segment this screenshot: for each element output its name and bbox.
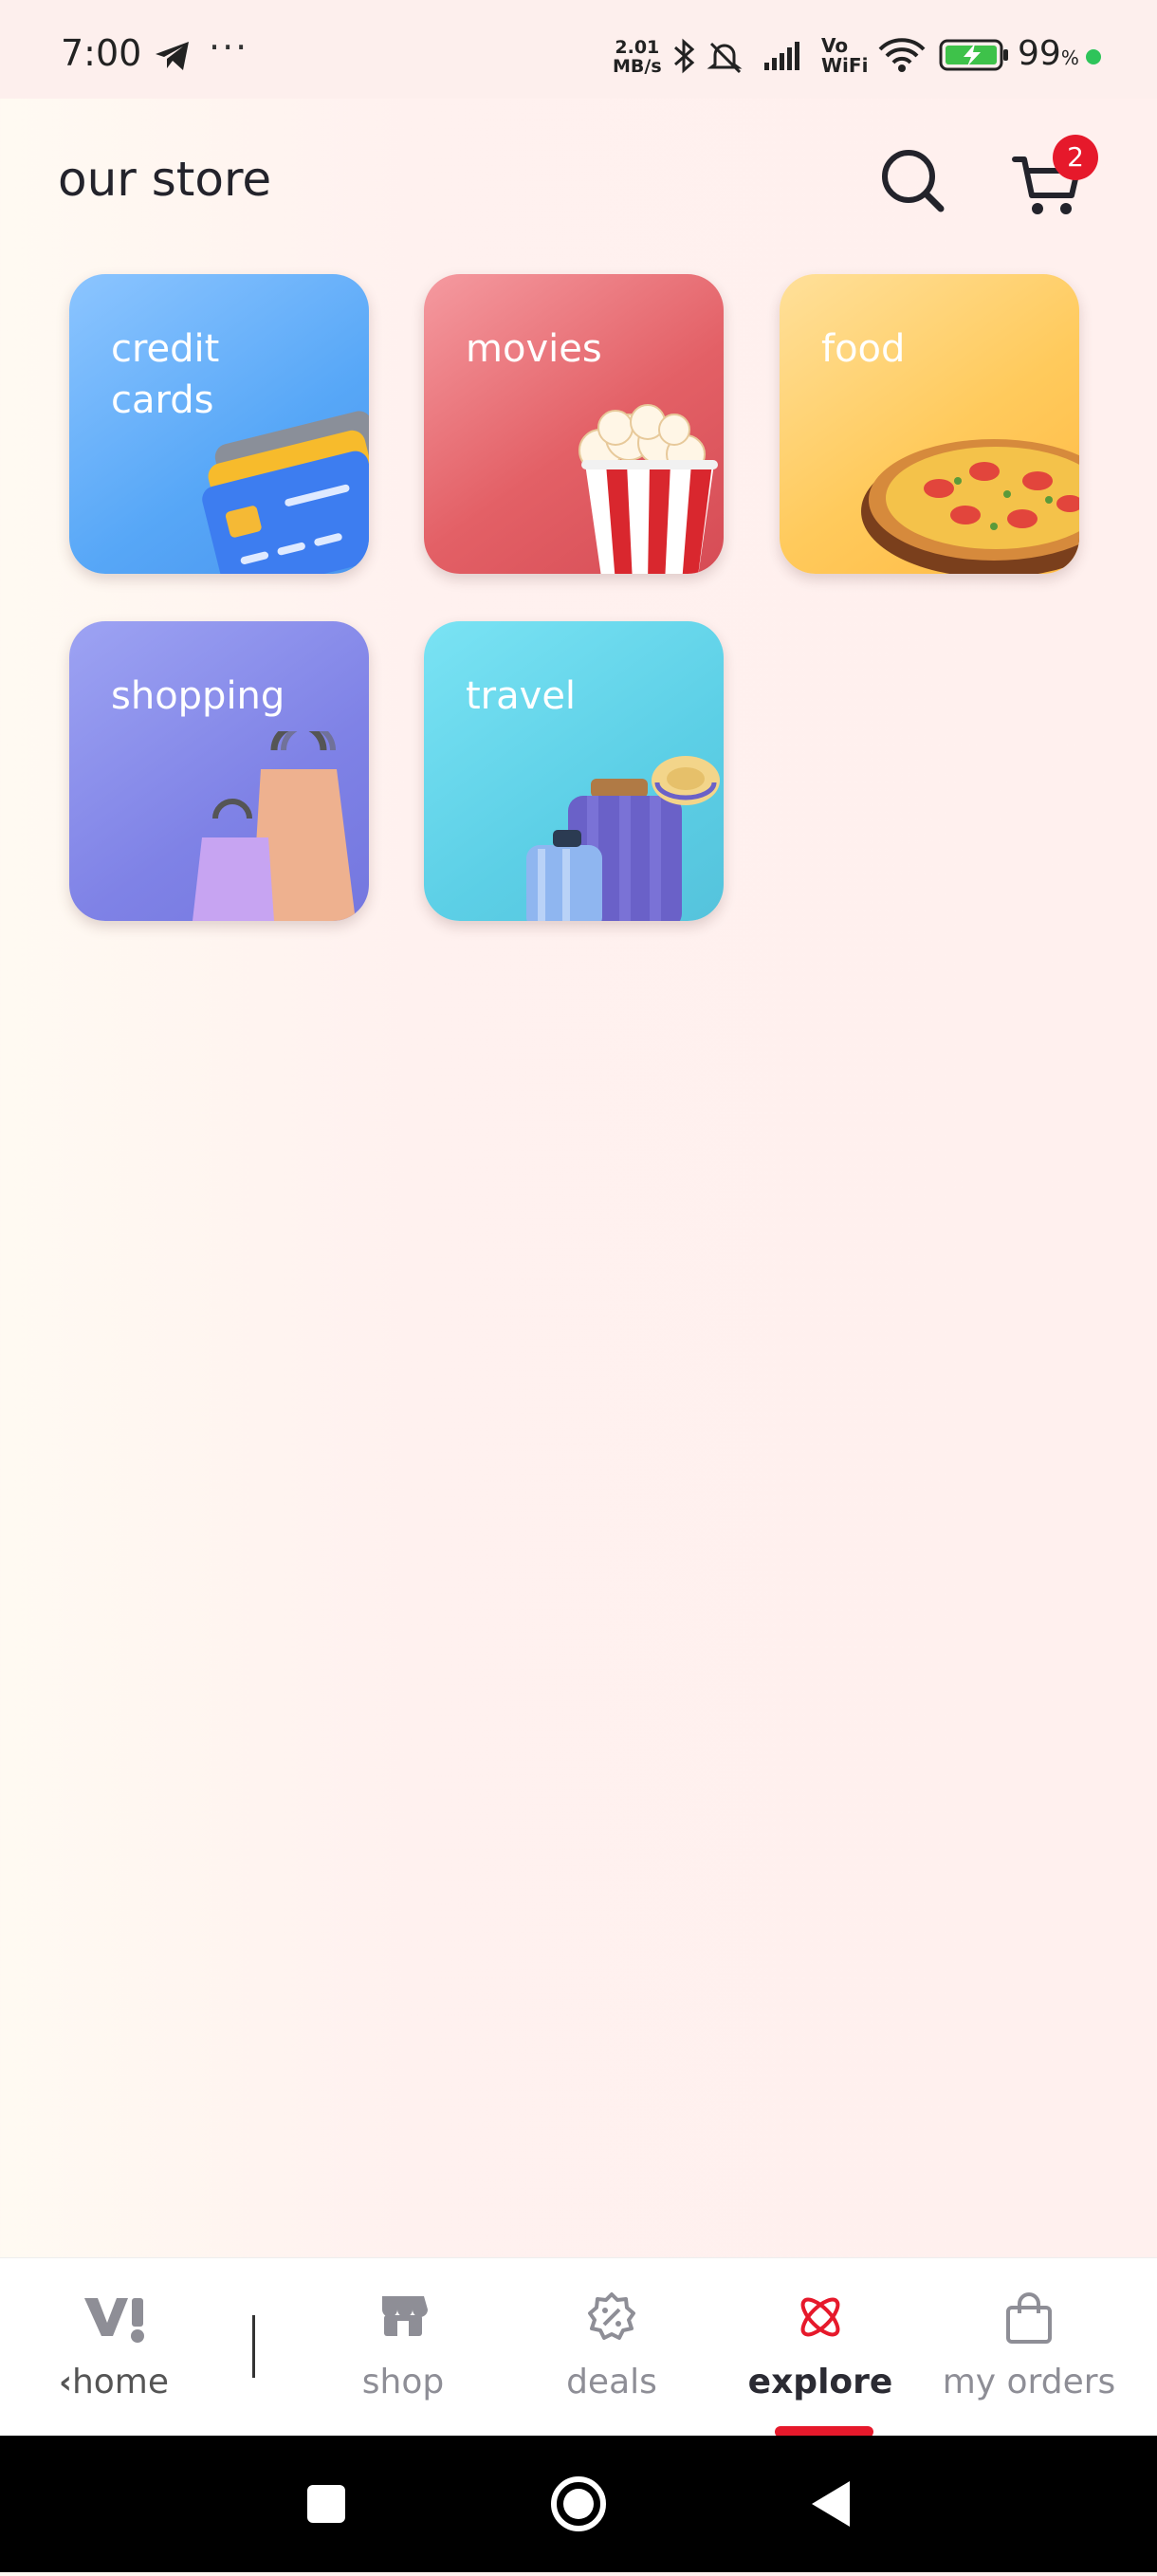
category-tile-credit-cards[interactable]: credit cards (69, 274, 369, 574)
category-tile-food[interactable]: food (780, 274, 1079, 574)
battery-percent-sign: % (1060, 46, 1079, 69)
category-tile-shopping[interactable]: shopping (69, 621, 369, 921)
discount-badge-icon (588, 2292, 635, 2340)
more-notifications: ··· (209, 27, 249, 68)
pizza-icon (861, 439, 1079, 574)
battery-percent: 99% (1018, 34, 1079, 73)
nav-home[interactable]: ‹home (38, 2258, 190, 2437)
storefront-icon (382, 2296, 428, 2336)
battery-percent-value: 99 (1018, 34, 1061, 73)
nav-home-text: home (71, 2363, 170, 2401)
speed-unit: MB/s (613, 56, 662, 77)
shopping-bag-icon (1006, 2292, 1052, 2344)
speed-value: 2.01 (615, 37, 660, 58)
network-speed: 2.01 MB/s (613, 38, 662, 76)
nav-deals[interactable]: deals (541, 2258, 683, 2437)
popcorn-icon (578, 404, 718, 574)
page-title: our store (58, 152, 272, 207)
vi-logo-icon (84, 2298, 144, 2343)
search-button[interactable] (872, 140, 954, 222)
recent-apps-button[interactable] (269, 2436, 383, 2572)
category-label: food (821, 327, 906, 371)
credit-card-icon (202, 411, 369, 574)
bluetooth-icon (674, 38, 695, 74)
cart-count-badge: 2 (1053, 135, 1098, 180)
vowifi-bottom: WiFi (821, 54, 869, 77)
bottom-navigation: ‹home shop deals explore my orders (0, 2257, 1157, 2437)
category-tile-travel[interactable]: travel (424, 621, 724, 921)
back-triangle-icon (812, 2481, 850, 2527)
nav-shop[interactable]: shop (332, 2258, 474, 2437)
category-tile-movies[interactable]: movies (424, 274, 724, 574)
status-time: 7:00 (61, 32, 142, 74)
back-button[interactable] (774, 2436, 888, 2572)
explore-atom-icon (800, 2297, 840, 2337)
nav-divider (252, 2315, 255, 2378)
nav-explore[interactable]: explore (740, 2258, 901, 2437)
nav-shop-label: shop (361, 2363, 445, 2401)
category-label: shopping (111, 674, 285, 718)
home-button[interactable] (522, 2436, 635, 2572)
vowifi-indicator: Vo WiFi (821, 36, 868, 76)
mute-bell-icon (707, 42, 743, 74)
battery-icon (939, 38, 1011, 76)
status-bar: 7:00 ··· 2.01 MB/s Vo WiFi 99% (0, 0, 1157, 99)
privacy-indicator-dot (1086, 49, 1101, 64)
shopping-bags-icon (193, 731, 356, 921)
search-icon (882, 150, 945, 212)
telegram-icon (154, 40, 192, 76)
wifi-icon (876, 36, 927, 78)
luggage-icon (526, 756, 720, 921)
category-label: travel (466, 674, 577, 718)
circle-icon (551, 2476, 606, 2531)
signal-icon (764, 42, 799, 70)
nav-deals-label: deals (566, 2363, 657, 2401)
nav-my-orders[interactable]: my orders (934, 2258, 1124, 2437)
category-label: movies (466, 327, 602, 371)
nav-home-label: ‹home (38, 2363, 190, 2401)
vowifi-top: Vo (821, 34, 849, 57)
chevron-left-icon: ‹ (58, 2364, 72, 2401)
nav-my-orders-label: my orders (942, 2363, 1116, 2401)
square-icon (307, 2485, 345, 2523)
system-navigation-bar (0, 2436, 1157, 2572)
nav-explore-label: explore (747, 2363, 893, 2401)
status-icons (670, 34, 812, 83)
